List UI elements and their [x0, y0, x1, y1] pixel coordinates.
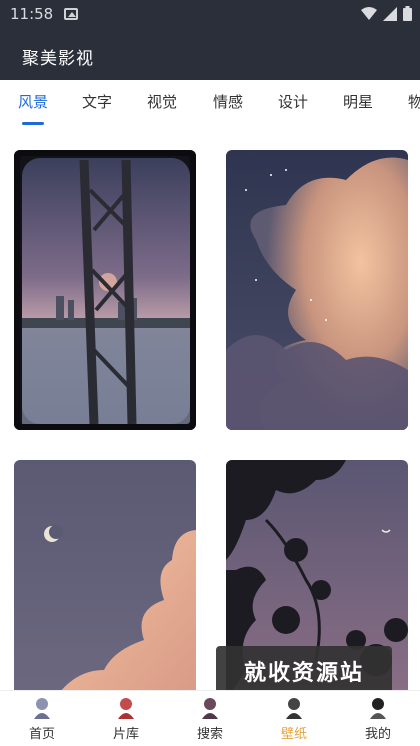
wallpaper-card-moon-clouds[interactable]	[14, 460, 196, 700]
nav-home-label: 首页	[28, 727, 55, 742]
wallpaper-card-window-sunset[interactable]	[14, 150, 196, 430]
status-bar: 11:58	[0, 0, 420, 30]
status-time: 11:58	[10, 5, 54, 23]
nav-profile-label: 我的	[364, 727, 391, 742]
home-avatar-icon	[34, 698, 50, 719]
app-screen: 11:58 聚美影视 风景 文字 视觉 情感 设计 明星 物 就收资源站 首页 …	[0, 0, 420, 746]
bottom-nav: 首页 片库 搜索 壁纸 我的	[0, 690, 420, 746]
category-tabs: 风景 文字 视觉 情感 设计 明星 物	[0, 80, 420, 128]
wifi-icon	[361, 6, 377, 20]
nav-library[interactable]: 片库	[84, 691, 168, 746]
wallpaper-avatar-icon	[286, 698, 302, 719]
wallpaper-image	[14, 150, 196, 430]
tab-indicator	[22, 122, 44, 125]
tab-scenery[interactable]: 风景	[18, 91, 48, 112]
tab-emotion[interactable]: 情感	[213, 91, 243, 112]
library-avatar-icon	[118, 698, 134, 719]
profile-avatar-icon	[370, 698, 386, 719]
wallpaper-image	[14, 460, 196, 700]
wallpaper-card-clouds-night[interactable]	[226, 150, 408, 430]
nav-wallpaper[interactable]: 壁纸	[252, 691, 336, 746]
status-icons	[361, 6, 412, 21]
tab-text[interactable]: 文字	[82, 91, 112, 112]
tab-visual[interactable]: 视觉	[147, 91, 177, 112]
tab-design[interactable]: 设计	[278, 91, 308, 112]
image-notification-icon	[64, 8, 78, 20]
nav-search-label: 搜索	[196, 727, 223, 742]
nav-library-label: 片库	[112, 727, 139, 742]
battery-icon	[403, 6, 412, 21]
top-bar: 11:58 聚美影视	[0, 0, 420, 80]
nav-profile[interactable]: 我的	[336, 691, 420, 746]
search-avatar-icon	[202, 698, 218, 719]
nav-search[interactable]: 搜索	[168, 691, 252, 746]
watermark-banner: 就收资源站	[216, 646, 392, 696]
nav-home[interactable]: 首页	[0, 691, 84, 746]
wallpaper-image	[226, 150, 408, 430]
signal-icon	[383, 6, 397, 21]
nav-wallpaper-label: 壁纸	[280, 727, 307, 742]
tab-objects[interactable]: 物	[408, 91, 420, 112]
tab-stars[interactable]: 明星	[343, 91, 373, 112]
app-title: 聚美影视	[22, 49, 94, 69]
